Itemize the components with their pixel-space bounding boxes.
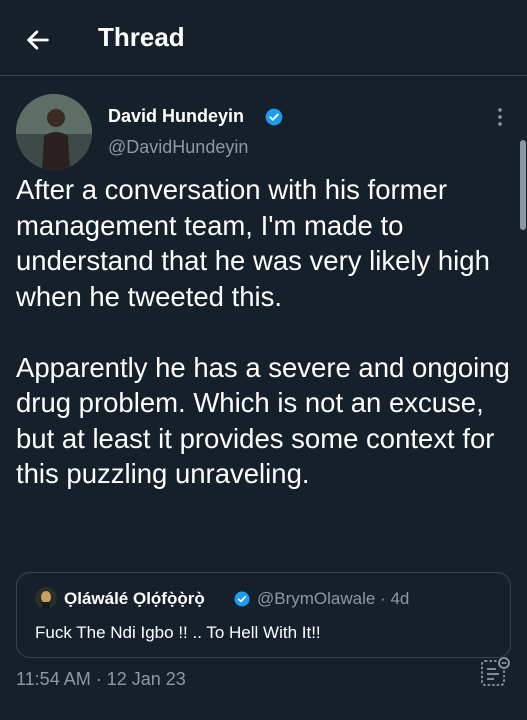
quote-avatar: [35, 587, 57, 609]
page-title: Thread: [98, 22, 185, 52]
quote-author-handle: @BrymOlawale · 4d: [257, 589, 410, 608]
quoted-tweet[interactable]: Ọláwálé Ọlọ́fọ̀ọ̀rọ̀ @BrymOlawale · 4d F…: [16, 572, 511, 658]
verified-badge-icon: [234, 591, 250, 607]
verified-badge-icon: [265, 108, 283, 126]
timestamp[interactable]: 11:54 AM · 12 Jan 23: [16, 669, 186, 690]
more-options-icon[interactable]: [490, 106, 510, 128]
thread-header: Thread: [0, 0, 527, 76]
author-name[interactable]: David Hundeyin: [108, 106, 244, 127]
tweet-text: After a conversation with his former man…: [16, 174, 510, 489]
quote-author-name: Ọláwálé Ọlọ́fọ̀ọ̀rọ̀: [64, 589, 205, 608]
quote-text: Fuck The Ndi Igbo !! .. To Hell With It!…: [35, 623, 321, 642]
analytics-icon[interactable]: [478, 655, 512, 689]
author-handle[interactable]: @DavidHundeyin: [108, 137, 248, 158]
scrollbar[interactable]: [520, 140, 526, 230]
avatar[interactable]: [16, 94, 92, 170]
arrow-left-icon[interactable]: [24, 26, 52, 54]
